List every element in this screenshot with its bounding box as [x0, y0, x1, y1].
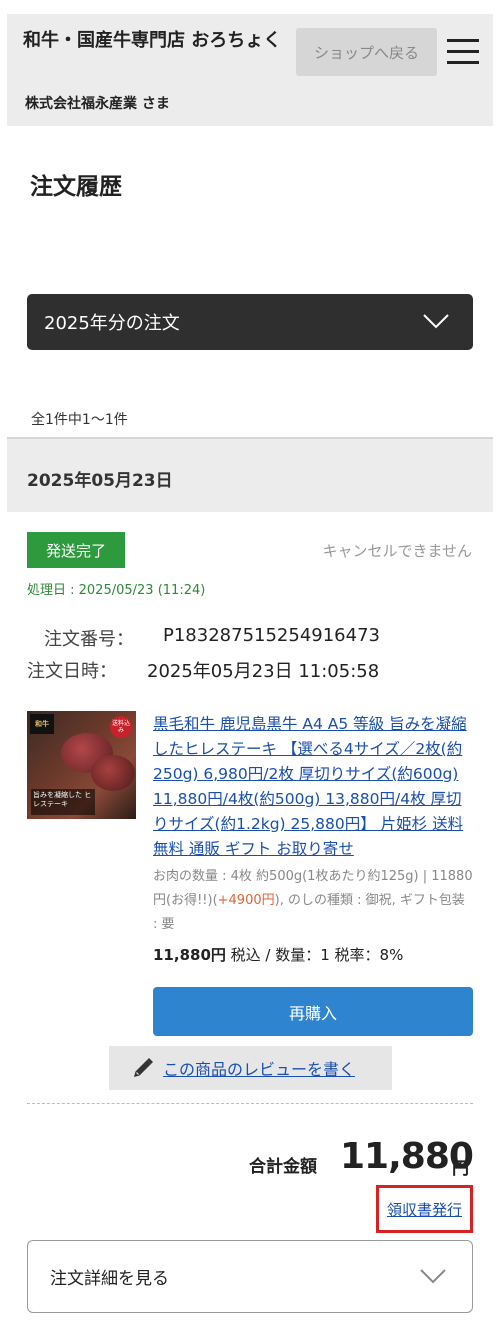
status-badge: 発送完了 [27, 532, 125, 568]
product-image[interactable]: 和牛 送料込み 旨みを凝縮した ヒレステーキ [27, 711, 136, 819]
cancel-note: キャンセルできません [322, 542, 472, 560]
customer-name: 株式会社福永産業 さま [25, 96, 170, 112]
pencil-icon [134, 1058, 153, 1077]
product-image-tag: 和牛 [30, 714, 54, 734]
page-title: 注文履歴 [30, 174, 122, 200]
result-count: 全1件中1〜1件 [31, 412, 128, 428]
steak-image [91, 755, 135, 791]
total-label: 合計金額 [249, 1157, 317, 1177]
product-title-link[interactable]: 黒毛和牛 鹿児島黒牛 A4 A5 等級 旨みを凝縮したヒレステーキ 【選べる4サ… [153, 712, 475, 862]
order-datetime-label: 注文日時： [27, 661, 117, 682]
divider [27, 1103, 473, 1104]
chevron-down-icon [423, 314, 449, 329]
write-review-button[interactable]: この商品のレビューを書く [109, 1046, 392, 1090]
order-details-toggle[interactable]: 注文詳細を見る [27, 1240, 473, 1313]
bonus-amount: +4900円 [217, 893, 275, 908]
chevron-down-icon [420, 1269, 446, 1284]
order-datetime: 2025年05月23日 11:05:58 [147, 661, 380, 682]
back-to-shop-button[interactable]: ショップへ戻る [296, 28, 437, 76]
order-number: P183287515254916473 [163, 625, 380, 646]
total-unit: 円 [452, 1159, 469, 1179]
price-line: 11,880円 税込 / 数量：1 税率：8% [153, 944, 403, 965]
order-date-heading: 2025年05月23日 [7, 437, 493, 512]
shipping-included-badge: 送料込み [110, 716, 132, 738]
year-filter-select[interactable]: 2025年分の注文 [27, 294, 473, 350]
site-header: 和牛・国産牛専門店 おろちょく 株式会社福永産業 さま ショップへ戻る [7, 14, 493, 126]
order-number-label: 注文番号： [44, 629, 134, 650]
order-details-label: 注文詳細を見る [50, 1269, 169, 1289]
product-image-caption: 旨みを凝縮した ヒレステーキ [31, 789, 95, 815]
write-review-label: この商品のレビューを書く [163, 1060, 356, 1079]
hamburger-icon[interactable] [447, 37, 479, 65]
year-filter-label: 2025年分の注文 [44, 313, 180, 334]
item-price: 11,880円 [153, 946, 226, 964]
issue-receipt-link[interactable]: 領収書発行 [376, 1185, 473, 1233]
product-options: お肉の数量 : 4枚 約500g(1枚あたり約125g) | 11880円(お得… [153, 865, 473, 937]
order-date-text: 2025年05月23日 [27, 471, 173, 491]
quantity-tax: 税込 / 数量：1 税率：8% [225, 946, 404, 964]
rebuy-button[interactable]: 再購入 [153, 987, 473, 1036]
shop-name[interactable]: 和牛・国産牛専門店 おろちょく [23, 28, 293, 54]
processed-date: 処理日 : 2025/05/23 (11:24) [27, 583, 206, 598]
